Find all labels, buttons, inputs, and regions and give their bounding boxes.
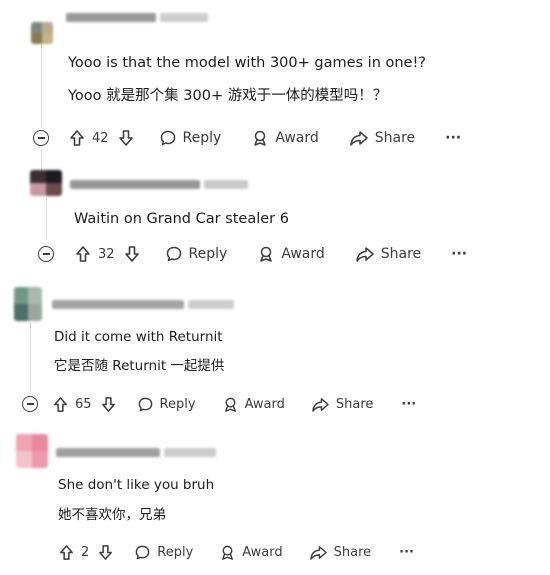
vote-count: 2 (81, 544, 90, 560)
upvote-icon (60, 544, 73, 560)
upvote-button[interactable] (68, 129, 86, 147)
username-redacted[interactable] (188, 300, 234, 309)
share-button[interactable]: Share (355, 245, 421, 263)
award-button[interactable]: Award (251, 129, 319, 147)
reply-icon (138, 397, 152, 411)
username-redacted[interactable] (66, 13, 156, 22)
upvote-button[interactable] (74, 245, 92, 263)
downvote-icon (101, 396, 115, 412)
thread-line (46, 198, 47, 240)
share-label: Share (380, 246, 422, 262)
more-icon: ··· (445, 130, 462, 146)
reply-button[interactable]: Reply (165, 245, 228, 263)
reply-button[interactable]: Reply (159, 129, 222, 147)
comment-actions: 32 Reply Award Share ··· (74, 242, 467, 266)
username-redacted[interactable] (204, 180, 248, 189)
more-options-button[interactable]: ··· (401, 397, 416, 412)
share-icon (350, 131, 368, 146)
username-redacted[interactable] (164, 448, 216, 457)
username-redacted[interactable] (56, 448, 160, 457)
reply-icon (135, 545, 150, 559)
more-icon: ··· (399, 544, 414, 560)
share-icon (309, 545, 327, 560)
username-redacted[interactable] (52, 300, 184, 309)
share-button[interactable]: Share (309, 544, 372, 561)
share-button[interactable]: Share (349, 129, 415, 147)
share-label: Share (374, 130, 416, 146)
upvote-icon (70, 130, 84, 146)
award-label: Award (242, 544, 283, 560)
reply-button[interactable]: Reply (137, 396, 196, 413)
share-icon (356, 247, 374, 262)
downvote-button[interactable] (123, 245, 141, 263)
reply-icon (166, 246, 181, 262)
collapse-thread-button[interactable] (22, 396, 38, 412)
reply-label: Reply (188, 246, 228, 262)
share-button[interactable]: Share (311, 396, 374, 413)
downvote-button[interactable] (100, 396, 117, 413)
share-label: Share (333, 544, 372, 560)
comment-actions: 65 Reply Award Share ··· (52, 392, 416, 416)
award-label: Award (281, 246, 325, 262)
downvote-button[interactable] (117, 129, 135, 147)
award-button[interactable]: Award (257, 245, 325, 263)
award-icon (222, 545, 234, 560)
downvote-icon (118, 130, 133, 146)
thread-line (30, 322, 31, 392)
more-options-button[interactable]: ··· (451, 246, 467, 262)
award-icon (260, 246, 273, 262)
comment-text-zh: Yooo 就是那个集 300+ 游戏于一体的模型吗！？ (68, 88, 388, 104)
more-options-button[interactable]: ··· (399, 545, 414, 560)
reply-label: Reply (159, 396, 196, 412)
thread-line (41, 44, 42, 128)
reply-label: Reply (182, 130, 222, 146)
comment-text-en: Yooo is that the model with 300+ games i… (68, 55, 426, 71)
comment-actions: 42 Reply Award Share ··· (68, 126, 461, 150)
vote-count: 65 (75, 396, 92, 412)
comment-text-zh: 它是否随 Returnit 一起提供 (54, 358, 225, 374)
upvote-icon (54, 396, 67, 412)
collapse-thread-button[interactable] (38, 246, 54, 262)
downvote-icon (99, 544, 113, 560)
downvote-icon (124, 246, 139, 262)
award-button[interactable]: Award (222, 396, 285, 413)
comment-actions: 2 Reply Award Share ··· (58, 540, 414, 564)
award-label: Award (275, 130, 319, 146)
share-icon (312, 397, 329, 412)
comment-text-en: Did it come with Returnit (54, 329, 223, 345)
collapse-thread-button[interactable] (33, 130, 49, 146)
upvote-button[interactable] (52, 396, 69, 413)
more-options-button[interactable]: ··· (445, 130, 461, 146)
username-redacted[interactable] (70, 180, 200, 189)
award-button[interactable]: Award (219, 544, 283, 561)
award-icon (254, 130, 267, 146)
avatar[interactable] (14, 287, 42, 321)
more-icon: ··· (451, 246, 468, 262)
username-redacted[interactable] (160, 13, 208, 22)
avatar[interactable] (16, 434, 48, 468)
comment-text-en: She don't like you bruh (58, 477, 215, 493)
upvote-button[interactable] (58, 544, 75, 561)
vote-count: 32 (98, 246, 115, 262)
downvote-button[interactable] (97, 544, 114, 561)
avatar[interactable] (31, 22, 53, 44)
comment-text-en: Waitin on Grand Car stealer 6 (74, 211, 289, 227)
share-label: Share (335, 396, 374, 412)
vote-count: 42 (92, 130, 109, 146)
comment-text-zh: 她不喜欢你，兄弟 (58, 507, 166, 523)
more-icon: ··· (401, 396, 417, 412)
reply-button[interactable]: Reply (134, 544, 193, 561)
reply-label: Reply (157, 544, 194, 560)
award-icon (224, 397, 236, 412)
reply-icon (160, 130, 175, 146)
upvote-icon (76, 246, 90, 262)
award-label: Award (244, 396, 285, 412)
avatar[interactable] (30, 170, 62, 196)
